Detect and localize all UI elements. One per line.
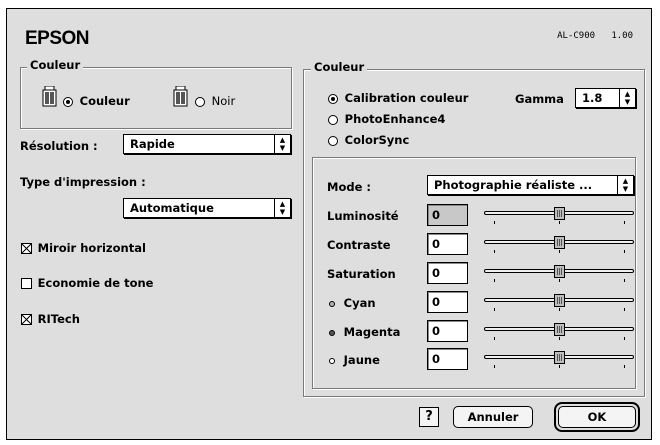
updown-arrows-icon: ▲ ▼ [619,89,635,107]
cyan-dot-icon [329,301,335,307]
color-settings-group-title: Couleur [311,60,368,74]
saturation-slider[interactable] [484,265,634,287]
radio-calibration[interactable]: Calibration couleur [328,91,468,105]
resolution-select[interactable]: Rapide ▲ ▼ [123,134,291,154]
radio-calibration-button[interactable] [328,93,338,104]
cyan-field[interactable]: 0 [427,291,468,313]
radio-calibration-label: Calibration couleur [344,91,469,105]
magenta-label: Magenta [343,325,401,339]
radio-color-label: Couleur [79,94,130,108]
gamma-select[interactable]: 1.8 ▲ ▼ [575,88,636,108]
radio-color[interactable]: Couleur [63,94,130,108]
checkbox-mirror-box[interactable] [21,243,32,254]
ok-button[interactable]: OK [558,406,636,428]
gamma-value: 1.8 [582,91,603,105]
magenta-slider[interactable] [484,323,634,345]
saturation-field[interactable]: 0 [427,262,468,284]
updown-arrows-icon: ▲ ▼ [617,176,633,194]
print-type-label: Type d'impression : [20,175,146,189]
checkbox-ritech[interactable]: RITech [21,312,80,326]
radio-mono-label: Noir [211,94,236,108]
gamma-label: Gamma [515,92,564,106]
magenta-dot-icon [329,330,335,336]
checkbox-ritech-box[interactable] [21,314,32,325]
contrast-slider[interactable] [484,236,634,258]
radio-photoenhance-label: PhotoEnhance4 [344,112,446,126]
mode-label: Mode : [327,180,371,194]
color-mode-group-title: Couleur [27,58,84,72]
brightness-label: Luminosité [327,209,399,223]
brightness-field[interactable]: 0 [427,204,468,226]
yellow-dot-icon [329,358,335,364]
cyan-label: Cyan [343,296,376,310]
yellow-slider[interactable] [484,351,634,373]
mode-value: Photographie réaliste ... [434,178,593,192]
radio-mono[interactable]: Noir [195,94,235,108]
epson-logo: EPSON [25,28,90,49]
color-mode-group [20,67,292,129]
yellow-row-label: Jaune [329,353,380,367]
driver-version: 1.00 [611,31,633,41]
radio-color-button[interactable] [63,96,73,107]
cyan-row-label: Cyan [329,296,376,310]
checkbox-toner-label: Economie de tone [37,276,154,290]
cancel-button[interactable]: Annuler [453,406,533,428]
print-type-select[interactable]: Automatique ▲ ▼ [123,198,291,218]
resolution-label: Résolution : [20,139,98,153]
slider-thumb[interactable] [554,294,565,307]
brightness-slider[interactable] [484,207,634,229]
cyan-slider[interactable] [484,294,634,316]
contrast-label: Contraste [327,238,391,252]
model-name: AL-C900 [557,31,596,41]
magenta-field[interactable]: 0 [427,320,468,342]
radio-photoenhance[interactable]: PhotoEnhance4 [328,112,445,126]
radio-mono-button[interactable] [195,96,205,107]
model-version: AL-C900 1.00 [557,31,633,41]
checkbox-toner-box[interactable] [21,278,32,289]
mono-cartridge-icon [173,86,188,107]
yellow-field[interactable]: 0 [427,348,468,370]
contrast-field[interactable]: 0 [427,233,468,255]
slider-thumb[interactable] [554,351,565,364]
radio-colorsync[interactable]: ColorSync [328,133,409,147]
checkbox-ritech-label: RITech [37,312,80,326]
radio-colorsync-label: ColorSync [344,133,410,147]
yellow-label: Jaune [343,353,380,367]
saturation-label: Saturation [327,267,396,281]
color-cartridge-icon [42,86,57,107]
radio-photoenhance-button[interactable] [328,114,338,125]
checkbox-toner[interactable]: Economie de tone [21,276,153,290]
updown-arrows-icon: ▲ ▼ [274,135,290,153]
slider-thumb[interactable] [554,265,565,278]
slider-thumb[interactable] [554,236,565,249]
print-type-value: Automatique [130,201,214,215]
checkbox-mirror-label: Miroir horizontal [37,241,146,255]
resolution-value: Rapide [130,137,175,151]
slider-thumb[interactable] [554,323,565,336]
slider-thumb[interactable] [554,207,565,220]
help-button[interactable]: ? [419,407,439,427]
radio-colorsync-button[interactable] [328,135,338,146]
updown-arrows-icon: ▲ ▼ [274,199,290,217]
printer-dialog: EPSON AL-C900 1.00 Couleur Couleur Noir … [6,8,652,440]
checkbox-mirror[interactable]: Miroir horizontal [21,241,146,255]
mode-select[interactable]: Photographie réaliste ... ▲ ▼ [427,175,634,195]
magenta-row-label: Magenta [329,325,400,339]
